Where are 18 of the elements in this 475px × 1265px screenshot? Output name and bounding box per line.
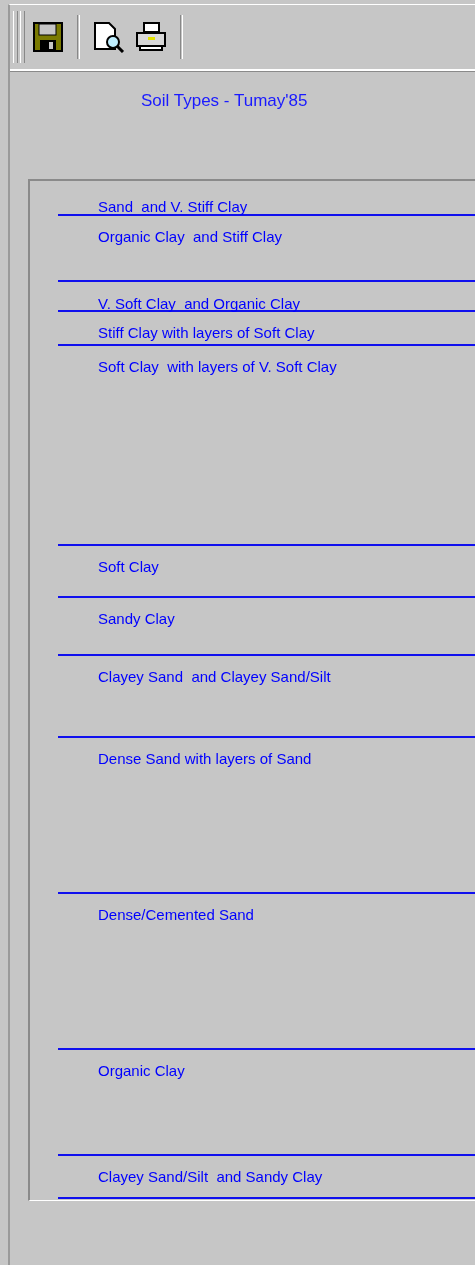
- soil-layer-label: Dense/Cemented Sand: [98, 907, 255, 923]
- soil-layer-label: Clayey Sand/Silt and Sandy Clay: [98, 1169, 324, 1185]
- soil-layer-label: Organic Clay and Stiff Clay: [98, 229, 283, 245]
- soil-layer-label: V. Soft Clay and Organic Clay: [98, 296, 302, 312]
- soil-layer-label: Sandy Clay: [98, 611, 176, 627]
- soil-layer-label: Dense Sand with layers of Sand: [98, 751, 313, 767]
- save-button[interactable]: [32, 21, 64, 53]
- preview-button[interactable]: [93, 21, 125, 53]
- soil-layer-label: Organic Clay: [98, 1063, 186, 1079]
- printer-icon: [135, 22, 167, 52]
- soil-layer-label: Sand and V. Stiff Clay: [98, 199, 249, 215]
- chart-title: Soil Types - Tumay'85: [141, 91, 309, 111]
- soil-layer-label: Clayey Sand and Clayey Sand/Silt: [98, 669, 332, 685]
- print-button[interactable]: [135, 21, 167, 53]
- print-preview-icon: [93, 21, 125, 53]
- soil-layer-label: Soft Clay with layers of V. Soft Clay: [98, 359, 338, 375]
- soil-layer-label: Stiff Clay with layers of Soft Clay: [98, 325, 316, 341]
- soil-layer-label: Soft Clay: [98, 559, 160, 575]
